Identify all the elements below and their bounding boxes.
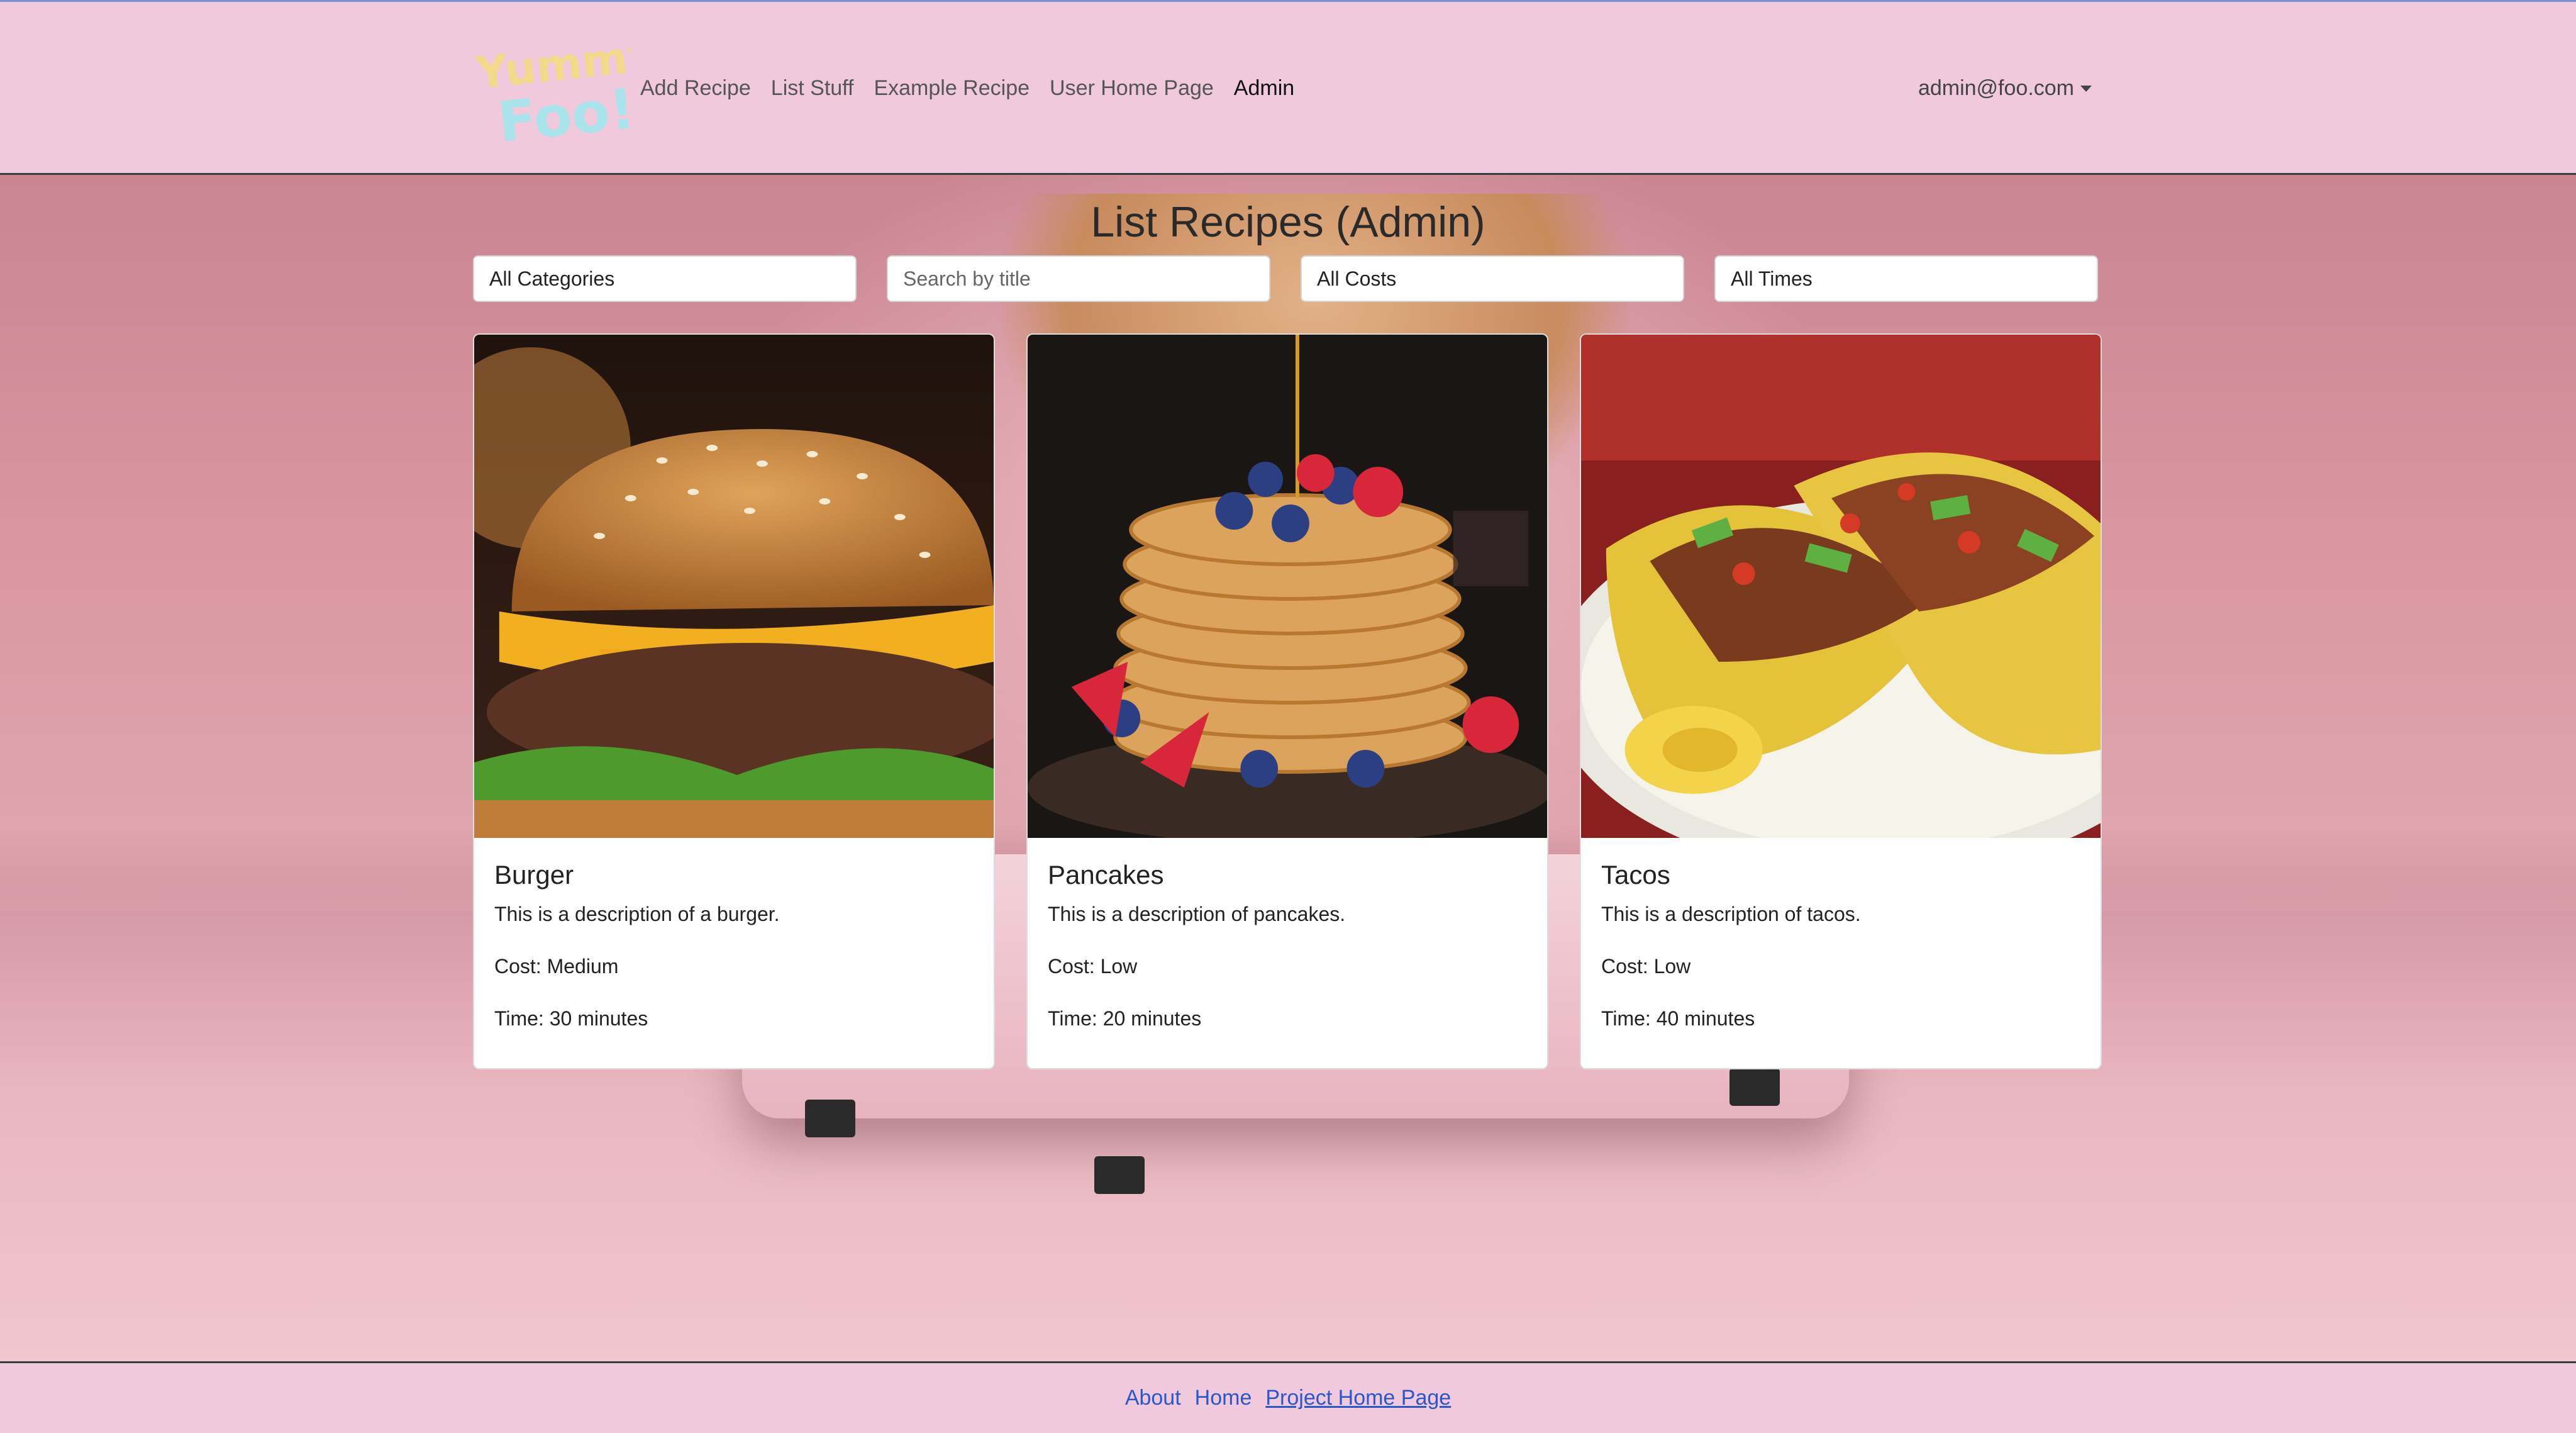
user-email: admin@foo.com — [1918, 76, 2074, 100]
burger-image — [474, 335, 994, 838]
nav-add-recipe[interactable]: Add Recipe — [640, 76, 751, 101]
pancakes-image — [1028, 335, 1547, 844]
nav-admin[interactable]: Admin — [1234, 76, 1294, 101]
main-content: List Recipes (Admin) All Categories Sear… — [0, 175, 2576, 1361]
time-select[interactable]: All Times — [1714, 255, 2098, 302]
nav-links: Add Recipe List Stuff Example Recipe Use… — [640, 76, 1314, 101]
card-time: Time: 40 minutes — [1601, 1007, 1755, 1030]
footer-home-link[interactable]: Home — [1195, 1386, 1252, 1410]
card-body: Burger This is a description of a burger… — [474, 841, 994, 1049]
yummy-foo-logo[interactable]: Yummy Foo! — [473, 23, 630, 155]
nav-user-home-page[interactable]: User Home Page — [1050, 76, 1214, 101]
card-cost: Cost: Low — [1048, 955, 1138, 978]
search-input[interactable]: Search by title — [887, 255, 1270, 302]
card-time: Time: 30 minutes — [494, 1007, 648, 1030]
nav-list-stuff[interactable]: List Stuff — [771, 76, 854, 101]
recipe-card-pancakes[interactable]: Pancakes This is a description of pancak… — [1026, 333, 1548, 1069]
card-title: Pancakes — [1048, 860, 1164, 889]
card-title: Tacos — [1601, 860, 1670, 889]
toaster-foot — [1729, 1068, 1780, 1106]
card-time: Time: 20 minutes — [1048, 1007, 1202, 1030]
cost-select[interactable]: All Costs — [1301, 255, 1684, 302]
footer-project-home-link[interactable]: Project Home Page — [1265, 1386, 1451, 1410]
toaster-foot — [1094, 1156, 1145, 1194]
card-body: Tacos This is a description of tacos. Co… — [1581, 841, 2101, 1049]
caret-down-icon — [2080, 85, 2092, 92]
card-body: Pancakes This is a description of pancak… — [1028, 841, 1547, 1049]
card-cost: Cost: Medium — [494, 955, 619, 978]
navbar: Yummy Foo! Add Recipe List Stuff Example… — [0, 0, 2576, 175]
page-title: List Recipes (Admin) — [1091, 198, 1485, 246]
card-description: This is a description of a burger. — [494, 903, 780, 925]
card-title: Burger — [494, 860, 574, 889]
recipe-cards: Burger This is a description of a burger… — [473, 333, 2102, 1069]
nav-example-recipe[interactable]: Example Recipe — [874, 76, 1030, 101]
tacos-image — [1581, 335, 2101, 876]
card-description: This is a description of pancakes. — [1048, 903, 1346, 925]
card-description: This is a description of tacos. — [1601, 903, 1861, 925]
category-select[interactable]: All Categories — [473, 255, 857, 302]
footer-about-link[interactable]: About — [1125, 1386, 1181, 1410]
svg-text:Foo!: Foo! — [495, 76, 630, 155]
user-dropdown[interactable]: admin@foo.com — [1918, 76, 2092, 101]
filter-bar: All Categories Search by title All Costs… — [473, 255, 2098, 302]
recipe-card-burger[interactable]: Burger This is a description of a burger… — [473, 333, 995, 1069]
footer: About Home Project Home Page — [0, 1361, 2576, 1433]
recipe-card-tacos[interactable]: Tacos This is a description of tacos. Co… — [1580, 333, 2102, 1069]
card-cost: Cost: Low — [1601, 955, 1691, 978]
toaster-foot — [805, 1100, 855, 1137]
